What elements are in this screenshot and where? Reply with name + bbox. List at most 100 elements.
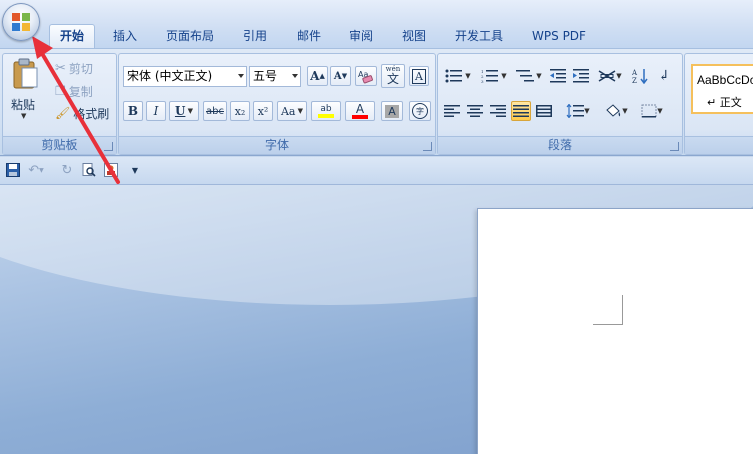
change-case-button[interactable]: Aa ▼ bbox=[277, 101, 307, 121]
shrink-font-button[interactable]: A ▼ bbox=[330, 66, 351, 86]
svg-text:3: 3 bbox=[481, 79, 484, 83]
distributed-icon bbox=[536, 105, 552, 117]
ribbon: 粘贴 ▼ ✂ 剪切 ❐ 复制 🖌 格式刷 剪贴板 宋体 (中文正文) 五号 A ▲ bbox=[0, 48, 753, 156]
clear-formatting-button[interactable]: Aa bbox=[355, 66, 377, 86]
paste-button[interactable]: 粘贴 ▼ bbox=[9, 58, 41, 124]
font-color-button[interactable]: A bbox=[345, 101, 375, 121]
tab-mailings[interactable]: 邮件 bbox=[288, 25, 330, 48]
subscript-button[interactable]: x₂ bbox=[230, 101, 250, 121]
tab-view[interactable]: 视图 bbox=[393, 25, 435, 48]
superscript-button[interactable]: x² bbox=[253, 101, 273, 121]
highlight-color-swatch bbox=[318, 114, 334, 118]
shading-button[interactable]: ▼ bbox=[600, 101, 632, 121]
copy-button[interactable]: ❐ 复制 bbox=[55, 81, 93, 101]
align-center-button[interactable] bbox=[465, 101, 485, 121]
tab-references[interactable]: 引用 bbox=[234, 25, 276, 48]
chinese-layout-icon bbox=[598, 70, 616, 82]
borders-icon bbox=[641, 104, 657, 118]
underline-dropdown-icon: ▼ bbox=[185, 107, 194, 115]
bullets-button[interactable]: ▼ bbox=[442, 66, 474, 86]
tab-review[interactable]: 审阅 bbox=[340, 25, 382, 48]
font-size-value: 五号 bbox=[253, 69, 278, 83]
watermark-url: jingyan.baidu.com bbox=[582, 424, 679, 438]
font-name-combo[interactable]: 宋体 (中文正文) bbox=[123, 66, 247, 87]
italic-button[interactable]: I bbox=[146, 101, 166, 121]
cut-button[interactable]: ✂ 剪切 bbox=[55, 58, 93, 78]
align-center-icon bbox=[467, 105, 483, 117]
multilevel-list-button[interactable]: ▼ bbox=[513, 66, 545, 86]
tab-developer[interactable]: 开发工具 bbox=[447, 25, 511, 48]
enclose-characters-button[interactable]: 字 bbox=[409, 101, 431, 121]
tab-page-layout[interactable]: 页面布局 bbox=[158, 25, 222, 48]
quick-print-button[interactable] bbox=[102, 161, 120, 179]
style-preview-text: AaBbCcDc bbox=[697, 73, 753, 87]
tab-home[interactable]: 开始 bbox=[49, 24, 95, 49]
borders-button[interactable]: ▼ bbox=[636, 101, 668, 121]
align-right-icon bbox=[490, 105, 506, 117]
show-hide-marks-button[interactable]: ↲ bbox=[654, 66, 674, 86]
save-button[interactable] bbox=[4, 161, 22, 179]
numbering-button[interactable]: 123 ▼ bbox=[478, 66, 510, 86]
highlighter-icon: ab bbox=[320, 104, 332, 114]
align-left-button[interactable] bbox=[442, 101, 462, 121]
copy-label: 复制 bbox=[68, 84, 93, 99]
align-left-icon bbox=[444, 105, 460, 117]
paste-icon bbox=[13, 58, 38, 89]
font-dialog-launcher-icon[interactable] bbox=[423, 142, 432, 151]
redo-button[interactable]: ↻ bbox=[58, 161, 76, 179]
numbering-icon: 123 bbox=[481, 69, 499, 83]
paste-dropdown-icon: ▼ bbox=[21, 112, 27, 120]
font-size-combo[interactable]: 五号 bbox=[249, 66, 301, 87]
cut-label: 剪切 bbox=[68, 61, 93, 76]
sort-button[interactable]: AZ bbox=[630, 66, 650, 86]
tab-insert[interactable]: 插入 bbox=[104, 25, 146, 48]
redo-icon: ↻ bbox=[61, 162, 73, 178]
pilcrow-icon: ↲ bbox=[658, 68, 670, 84]
print-preview-button[interactable] bbox=[80, 161, 98, 179]
paint-bucket-icon bbox=[606, 104, 621, 117]
paragraph-group-label: 段落 bbox=[438, 136, 682, 154]
print-preview-icon bbox=[82, 163, 96, 177]
chinese-layout-dropdown-icon: ▼ bbox=[616, 72, 622, 80]
watermark-brand: Bai du 经验 bbox=[578, 385, 748, 418]
undo-icon: ↶ bbox=[28, 162, 40, 178]
borders-dropdown-icon: ▼ bbox=[657, 107, 663, 115]
scissors-icon: ✂ bbox=[55, 60, 66, 76]
shrink-font-icon: A bbox=[333, 70, 342, 82]
change-case-dropdown-icon: ▼ bbox=[295, 107, 304, 115]
phonetic-guide-button[interactable]: wén 文 bbox=[381, 64, 405, 88]
character-shading-button[interactable]: A bbox=[381, 101, 403, 121]
underline-button[interactable]: U ▼ bbox=[169, 101, 199, 121]
distributed-button[interactable] bbox=[534, 101, 554, 121]
strikethrough-button[interactable]: abc bbox=[203, 101, 227, 121]
text-highlight-button[interactable]: ab bbox=[311, 101, 341, 121]
bullets-dropdown-icon: ▼ bbox=[465, 72, 471, 80]
undo-button[interactable]: ↶ ▼ bbox=[24, 161, 48, 179]
styles-group: AaBbCcDc ↵ 正文 bbox=[684, 53, 753, 155]
clipboard-group-label: 剪贴板 bbox=[3, 136, 116, 154]
character-border-icon: A bbox=[412, 68, 426, 84]
bold-icon: B bbox=[127, 104, 139, 118]
paragraph-dialog-launcher-icon[interactable] bbox=[670, 142, 679, 151]
bold-button[interactable]: B bbox=[123, 101, 143, 121]
style-normal-button[interactable]: AaBbCcDc ↵ 正文 bbox=[691, 64, 753, 114]
align-right-button[interactable] bbox=[488, 101, 508, 121]
chinese-layout-button[interactable]: ▼ bbox=[594, 66, 626, 86]
character-shading-icon: A bbox=[385, 104, 399, 118]
grow-font-button[interactable]: A ▲ bbox=[307, 66, 328, 86]
enclose-characters-icon: 字 bbox=[412, 103, 428, 119]
increase-indent-button[interactable] bbox=[571, 66, 591, 86]
multilevel-list-dropdown-icon: ▼ bbox=[536, 72, 542, 80]
eraser-icon: Aa bbox=[358, 70, 373, 84]
clipboard-dialog-launcher-icon[interactable] bbox=[104, 142, 113, 151]
format-painter-button[interactable]: 🖌 格式刷 bbox=[55, 103, 109, 123]
character-border-button[interactable]: A bbox=[409, 66, 429, 86]
tab-wps-pdf[interactable]: WPS PDF bbox=[524, 25, 594, 48]
office-button[interactable] bbox=[2, 3, 40, 41]
numbering-dropdown-icon: ▼ bbox=[501, 72, 507, 80]
font-color-icon: A bbox=[355, 102, 365, 116]
customize-qat-button[interactable]: ▼ bbox=[126, 161, 144, 179]
justify-button[interactable] bbox=[511, 101, 531, 121]
line-spacing-button[interactable]: ▼ bbox=[562, 101, 594, 121]
decrease-indent-button[interactable] bbox=[548, 66, 568, 86]
